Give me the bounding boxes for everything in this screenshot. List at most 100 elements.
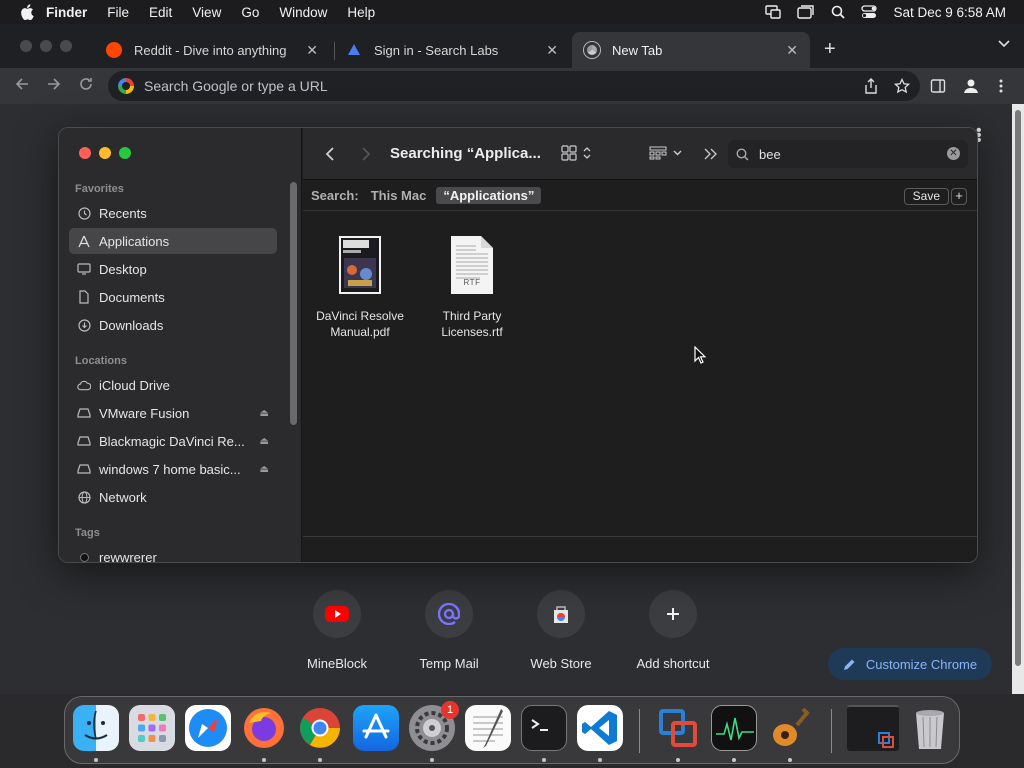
eject-icon[interactable]: ⏏ <box>260 464 269 475</box>
menu-go[interactable]: Go <box>241 5 259 20</box>
scope-this-mac[interactable]: This Mac <box>371 188 427 203</box>
tab-search-chevron-icon[interactable] <box>998 40 1010 48</box>
eject-icon[interactable]: ⏏ <box>260 408 269 419</box>
dock-garageband-icon[interactable] <box>767 705 813 751</box>
dock-vscode-icon[interactable] <box>577 705 623 751</box>
spotlight-search-icon[interactable] <box>831 5 846 19</box>
dock-textedit-icon[interactable] <box>465 705 511 751</box>
dock-activity-monitor-icon[interactable] <box>711 705 757 751</box>
more-toolbar-icon[interactable] <box>704 148 718 160</box>
running-indicator <box>732 758 736 762</box>
shortcut-web-store[interactable]: Web Store <box>511 590 611 671</box>
dock-safari-icon[interactable] <box>185 705 231 751</box>
sidebar-item-desktop[interactable]: Desktop <box>69 256 277 282</box>
tab-new-tab[interactable]: New Tab ✕ <box>572 32 810 68</box>
webstore-icon <box>537 590 585 638</box>
chrome-menu-icon[interactable] <box>998 78 1004 94</box>
sidebar-item-applications[interactable]: Applications <box>69 228 277 254</box>
finder-close-button[interactable] <box>79 147 91 159</box>
sidebar-item-documents[interactable]: Documents <box>69 284 277 310</box>
running-indicator <box>318 758 322 762</box>
shortcut-add[interactable]: Add shortcut <box>623 590 723 671</box>
reload-icon[interactable] <box>78 76 94 92</box>
tab-title: Sign in - Search Labs <box>374 42 499 58</box>
new-tab-button[interactable]: + <box>824 38 836 61</box>
running-indicator <box>94 758 98 762</box>
browser-minimize-button[interactable] <box>40 40 52 52</box>
control-center-icon[interactable] <box>861 5 878 19</box>
forward-chevron-icon[interactable] <box>361 146 371 162</box>
dock-vmware-fusion-icon[interactable] <box>655 705 701 751</box>
dock-firefox-icon[interactable] <box>241 705 287 751</box>
dock-trash-icon[interactable] <box>907 705 953 751</box>
browser-zoom-button[interactable] <box>60 40 72 52</box>
tab-close-icon[interactable]: ✕ <box>546 42 558 59</box>
menu-edit[interactable]: Edit <box>149 5 172 20</box>
tab-search-labs[interactable]: Sign in - Search Labs ✕ <box>334 32 570 68</box>
back-arrow-icon[interactable] <box>14 76 30 92</box>
side-panel-icon[interactable] <box>930 78 946 94</box>
chevron-down-icon <box>673 150 682 156</box>
browser-close-button[interactable] <box>20 40 32 52</box>
finder-minimize-button[interactable] <box>99 147 111 159</box>
sidebar-item-windows7[interactable]: windows 7 home basic... ⏏ <box>69 456 277 482</box>
file-item-third-party-licenses[interactable]: RTF Third Party Licenses.rtf <box>417 236 527 340</box>
display-icon[interactable] <box>797 5 815 19</box>
shortcut-mineblock[interactable]: MineBlock <box>287 590 387 671</box>
running-indicator <box>430 758 434 762</box>
dock-window-thumbnail-icon[interactable] <box>847 705 899 751</box>
clear-search-icon[interactable]: ✕ <box>947 147 960 160</box>
customize-chrome-button[interactable]: Customize Chrome <box>828 648 992 680</box>
screen-mirroring-icon[interactable] <box>765 5 782 19</box>
tab-close-icon[interactable]: ✕ <box>306 42 318 59</box>
cloud-icon <box>77 378 91 392</box>
save-search-button[interactable]: Save <box>903 188 949 205</box>
forward-arrow-icon[interactable] <box>46 76 62 92</box>
dock-finder-icon[interactable] <box>73 705 119 751</box>
share-icon[interactable] <box>864 78 878 94</box>
menu-file[interactable]: File <box>107 5 129 20</box>
dock-app-store-icon[interactable] <box>353 705 399 751</box>
menu-view[interactable]: View <box>192 5 221 20</box>
page-scrollbar[interactable] <box>1012 104 1024 694</box>
sidebar-item-vmware-fusion[interactable]: VMware Fusion ⏏ <box>69 400 277 426</box>
scope-applications[interactable]: “Applications” <box>436 187 542 204</box>
sidebar-item-label: Downloads <box>99 317 164 333</box>
menubar-clock[interactable]: Sat Dec 9 6:58 AM <box>893 5 1006 20</box>
sidebar-item-blackmagic-davinci[interactable]: Blackmagic DaVinci Re... ⏏ <box>69 428 277 454</box>
menu-window[interactable]: Window <box>279 5 327 20</box>
profile-avatar-icon[interactable] <box>962 77 980 95</box>
sidebar-item-label: iCloud Drive <box>99 377 170 393</box>
view-mode-selector[interactable] <box>561 145 591 161</box>
apple-menu-icon[interactable] <box>20 4 34 20</box>
youtube-icon <box>313 590 361 638</box>
bookmark-star-icon[interactable] <box>894 78 910 94</box>
finder-window: Favorites Recents Applications Desktop D… <box>58 127 978 563</box>
dock-launchpad-icon[interactable] <box>129 705 175 751</box>
mouse-cursor-icon <box>694 346 706 364</box>
add-criteria-button[interactable]: + <box>951 188 967 205</box>
finder-zoom-button[interactable] <box>119 147 131 159</box>
page-scrollbar-thumb[interactable] <box>1015 110 1021 666</box>
eject-icon[interactable]: ⏏ <box>260 436 269 447</box>
dock-chrome-icon[interactable] <box>297 705 343 751</box>
tab-close-icon[interactable]: ✕ <box>786 42 798 59</box>
menu-app-name[interactable]: Finder <box>46 5 87 20</box>
shortcut-temp-mail[interactable]: Temp Mail <box>399 590 499 671</box>
sidebar-item-network[interactable]: Network <box>69 484 277 510</box>
search-icon <box>736 147 749 161</box>
back-chevron-icon[interactable] <box>325 146 335 162</box>
file-item-davinci-manual[interactable]: DaVinci Resolve Manual.pdf <box>305 236 415 340</box>
address-bar[interactable]: Search Google or type a URL <box>108 71 920 101</box>
sidebar-item-downloads[interactable]: Downloads <box>69 312 277 338</box>
tab-reddit[interactable]: Reddit - Dive into anything ✕ <box>94 32 330 68</box>
finder-search-field[interactable]: bee ✕ <box>728 140 968 168</box>
sidebar-tag-item[interactable]: rewwrerer <box>69 544 277 562</box>
sidebar-item-recents[interactable]: Recents <box>69 200 277 226</box>
group-icon <box>649 146 667 160</box>
menu-help[interactable]: Help <box>347 5 375 20</box>
sidebar-scrollbar[interactable] <box>290 182 297 425</box>
sidebar-item-icloud-drive[interactable]: iCloud Drive <box>69 372 277 398</box>
group-by-selector[interactable] <box>649 146 682 160</box>
dock-terminal-icon[interactable] <box>521 705 567 751</box>
